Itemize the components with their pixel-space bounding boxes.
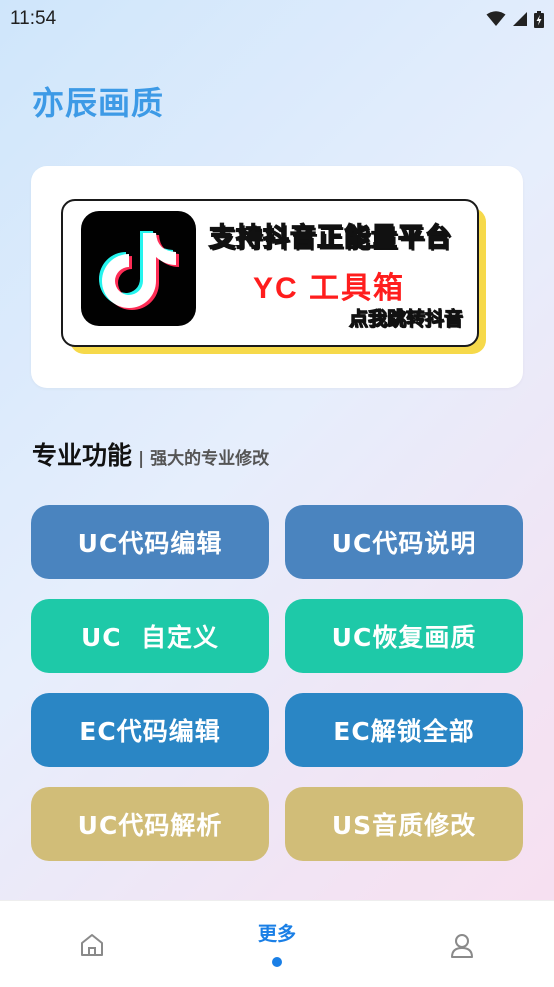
uc-code-parse-button[interactable]: UC代码解析 (31, 787, 269, 861)
ec-code-edit-button[interactable]: EC代码编辑 (31, 693, 269, 767)
tab-profile[interactable] (402, 901, 522, 987)
tiktok-logo-icon (81, 211, 196, 326)
status-bar: 11:54 (0, 0, 554, 38)
home-icon (81, 934, 103, 956)
uc-code-explain-button[interactable]: UC代码说明 (285, 505, 523, 579)
active-tab-indicator (272, 957, 282, 967)
wifi-icon (486, 11, 506, 26)
section-header: 专业功能 | 强大的专业修改 (32, 436, 269, 472)
douyin-banner[interactable]: 支持抖音正能量平台 YC 工具箱 点我跳转抖音 (61, 199, 486, 354)
cell-signal-icon (513, 12, 527, 26)
uc-code-edit-button[interactable]: UC代码编辑 (31, 505, 269, 579)
section-title: 专业功能 (32, 441, 133, 470)
battery-charging-icon (534, 10, 544, 28)
banner-brand: YC 工具箱 (253, 272, 406, 305)
uc-restore-quality-button[interactable]: UC恢复画质 (285, 599, 523, 673)
section-subtitle: | 强大的专业修改 (138, 449, 270, 469)
banner-headline: 支持抖音正能量平台 (208, 222, 453, 253)
tab-more[interactable]: 更多 (217, 901, 337, 987)
user-icon (451, 934, 473, 958)
tab-more-label: 更多 (257, 923, 296, 945)
uc-custom-button[interactable]: UC 自定义 (31, 599, 269, 673)
us-audio-edit-button[interactable]: US音质修改 (285, 787, 523, 861)
banner-jump-link[interactable]: 点我跳转抖音 (348, 304, 463, 331)
status-time: 11:54 (10, 8, 57, 29)
bottom-tab-bar: 更多 (0, 900, 554, 987)
banner-card[interactable]: 支持抖音正能量平台 YC 工具箱 点我跳转抖音 (31, 166, 523, 388)
status-icons (486, 10, 544, 28)
app-title: 亦辰画质 (32, 84, 165, 122)
ec-unlock-all-button[interactable]: EC解锁全部 (285, 693, 523, 767)
banner-face: 支持抖音正能量平台 YC 工具箱 点我跳转抖音 (61, 199, 479, 347)
tab-home[interactable] (32, 901, 152, 987)
